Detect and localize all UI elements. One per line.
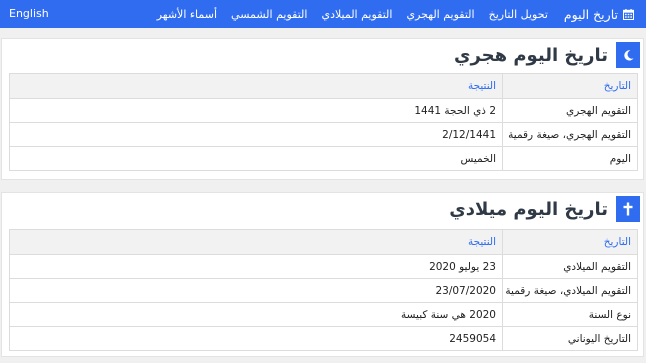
row-value: 2 ذي الحجة 1441 — [9, 98, 503, 123]
row-value: 23/07/2020 — [9, 278, 503, 303]
row-label: نوع السنة — [502, 302, 638, 327]
nav-gregorian-calendar[interactable]: التقويم الميلادي — [321, 8, 392, 21]
row-value: 23 يوليو 2020 — [9, 254, 503, 279]
nav-month-names[interactable]: أسماء الأشهر — [157, 8, 217, 21]
table-row: اليوم الخميس — [9, 146, 638, 171]
column-header-result: النتيجة — [9, 73, 503, 99]
gregorian-date-card: تاريخ اليوم ميلادي التاريخ النتيجة التقو… — [1, 192, 644, 357]
row-label: اليوم — [502, 146, 638, 171]
column-header-date: التاريخ — [502, 73, 638, 99]
nav-menu: تاريخ اليوم تحويل التاريخ التقويم الهجري… — [143, 0, 634, 28]
table-row: التاريخ اليوناني 2459054 — [9, 326, 638, 351]
table-header-row: التاريخ النتيجة — [9, 73, 638, 99]
calendar-icon — [623, 8, 634, 20]
gregorian-date-table: التاريخ النتيجة التقويم الميلادي 23 يولي… — [9, 229, 638, 351]
table-row: نوع السنة 2020 هي سنة كبيسة — [9, 302, 638, 327]
column-header-result: النتيجة — [9, 229, 503, 255]
table-row: التقويم الهجري، صيغة رقمية 2/12/1441 — [9, 122, 638, 147]
hijri-card-title: تاريخ اليوم هجري — [453, 44, 608, 66]
nav-hijri-calendar[interactable]: التقويم الهجري — [406, 8, 474, 21]
nav-today-date[interactable]: تاريخ اليوم — [564, 7, 634, 22]
row-label: التقويم الميلادي، صيغة رقمية — [502, 278, 638, 303]
table-header-row: التاريخ النتيجة — [9, 229, 638, 255]
top-navbar: تاريخ اليوم تحويل التاريخ التقويم الهجري… — [0, 0, 646, 28]
row-value: 2/12/1441 — [9, 122, 503, 147]
row-label: التقويم الميلادي — [502, 254, 638, 279]
nav-date-conversion[interactable]: تحويل التاريخ — [489, 8, 548, 21]
table-row: التقويم الميلادي، صيغة رقمية 23/07/2020 — [9, 278, 638, 303]
row-value: الخميس — [9, 146, 503, 171]
gregorian-card-header: تاريخ اليوم ميلادي — [449, 196, 640, 222]
row-value: 2020 هي سنة كبيسة — [9, 302, 503, 327]
nav-today-date-label: تاريخ اليوم — [563, 6, 618, 22]
hijri-card-header: تاريخ اليوم هجري — [454, 42, 640, 68]
language-switch-link[interactable]: English — [9, 0, 49, 28]
hijri-date-table: التاريخ النتيجة التقويم الهجري 2 ذي الحج… — [9, 73, 638, 171]
row-label: التقويم الهجري، صيغة رقمية — [502, 122, 638, 147]
gregorian-card-title: تاريخ اليوم ميلادي — [449, 198, 608, 220]
crescent-moon-icon — [616, 42, 640, 68]
row-label: التاريخ اليوناني — [502, 326, 638, 351]
column-header-date: التاريخ — [502, 229, 638, 255]
cross-icon — [616, 196, 640, 222]
hijri-date-card: تاريخ اليوم هجري التاريخ النتيجة التقويم… — [1, 38, 644, 180]
row-label: التقويم الهجري — [502, 98, 638, 123]
row-value: 2459054 — [9, 326, 503, 351]
table-row: التقويم الميلادي 23 يوليو 2020 — [9, 254, 638, 279]
nav-solar-calendar[interactable]: التقويم الشمسي — [231, 8, 307, 21]
table-row: التقويم الهجري 2 ذي الحجة 1441 — [9, 98, 638, 123]
